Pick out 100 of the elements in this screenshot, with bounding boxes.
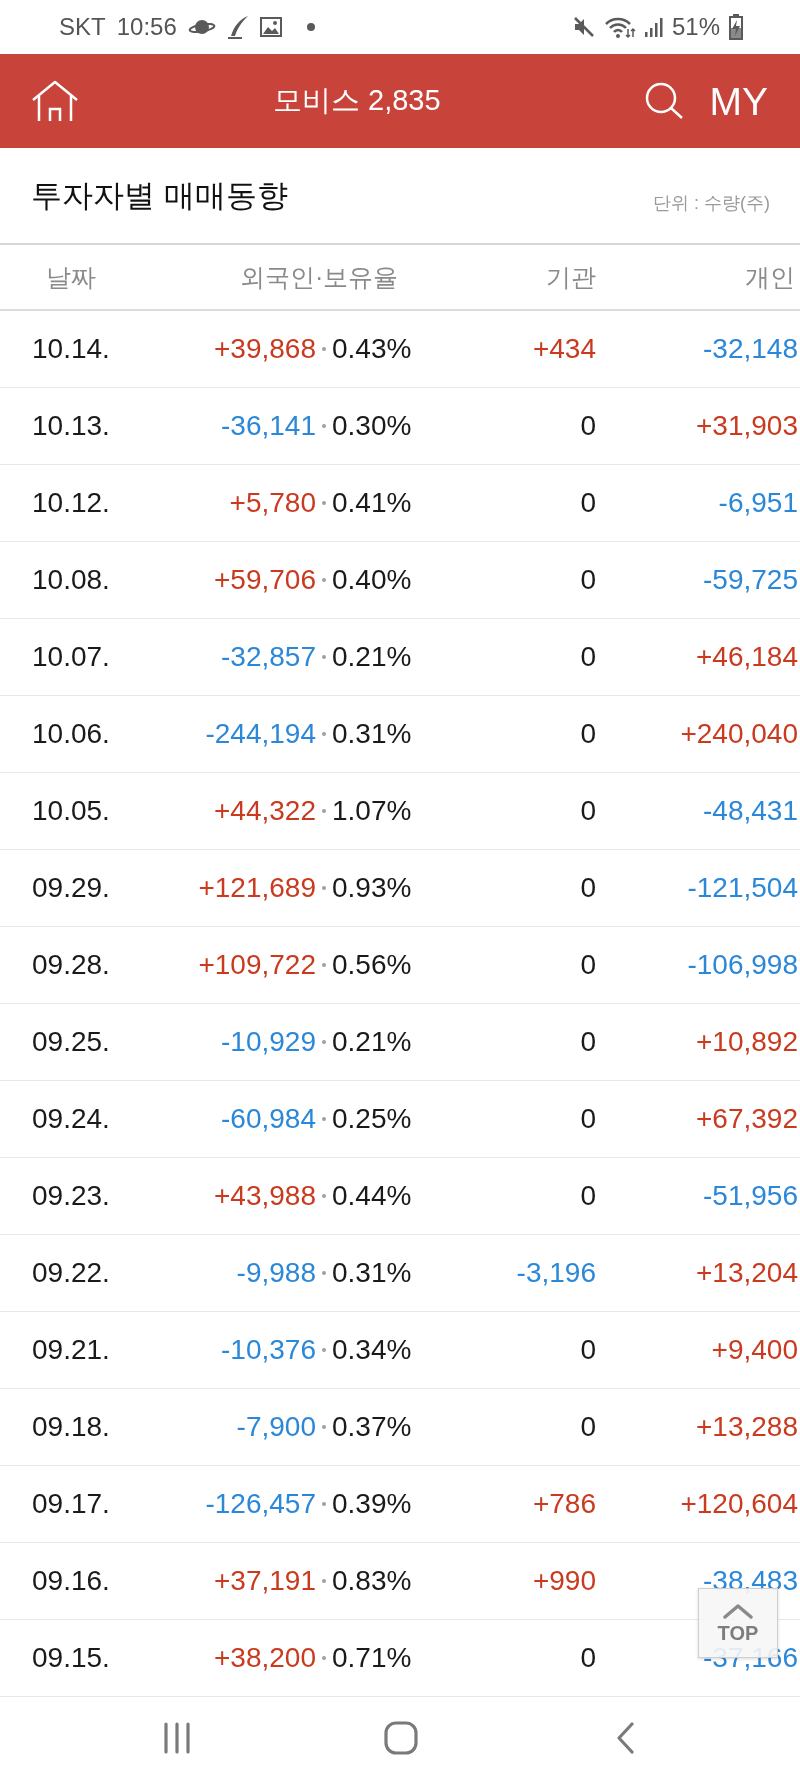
individual-net-cell: +13,288 xyxy=(696,1411,798,1443)
holding-rate-cell: 0.37% xyxy=(332,1411,412,1443)
date-cell: 10.13. xyxy=(32,410,110,442)
separator-dot-icon xyxy=(322,732,326,736)
institution-net-cell: 0 xyxy=(580,564,596,596)
holding-rate-cell: 0.56% xyxy=(332,949,412,981)
holding-rate-cell: 0.39% xyxy=(332,1488,412,1520)
foreign-net-cell: +37,191 xyxy=(214,1565,316,1597)
home-nav-icon[interactable] xyxy=(384,1720,418,1755)
scroll-top-button[interactable]: TOP xyxy=(698,1588,778,1658)
separator-dot-icon xyxy=(322,1579,326,1583)
individual-net-cell: +31,903 xyxy=(696,410,798,442)
individual-net-cell: +240,040 xyxy=(680,718,798,750)
carrier-label: SKT xyxy=(59,15,106,39)
separator-dot-icon xyxy=(322,1348,326,1352)
unit-label: 단위 : 수량(주) xyxy=(653,191,770,215)
separator-dot-icon xyxy=(322,578,326,582)
foreign-net-cell: +5,780 xyxy=(229,487,316,519)
foreign-net-cell: -126,457 xyxy=(205,1488,316,1520)
separator-dot-icon xyxy=(322,1040,326,1044)
section-title: 투자자별 매매동향 xyxy=(31,176,288,215)
header-title: 모비스 2,835 xyxy=(273,83,441,118)
individual-net-cell: -32,148 xyxy=(703,333,798,365)
individual-net-cell: +67,392 xyxy=(696,1103,798,1135)
column-header: 날짜 xyxy=(46,261,96,293)
holding-rate-cell: 0.21% xyxy=(332,641,412,673)
date-cell: 10.07. xyxy=(32,641,110,673)
date-cell: 09.21. xyxy=(32,1334,110,1366)
date-cell: 09.16. xyxy=(32,1565,110,1597)
institution-net-cell: 0 xyxy=(580,1026,596,1058)
separator-dot-icon xyxy=(322,1502,326,1506)
individual-net-cell: -48,431 xyxy=(703,795,798,827)
foreign-net-cell: -244,194 xyxy=(205,718,316,750)
feather-icon xyxy=(226,15,249,39)
separator-dot-icon xyxy=(322,347,326,351)
institution-net-cell: 0 xyxy=(580,410,596,442)
institution-net-cell: 0 xyxy=(580,1334,596,1366)
separator-dot-icon xyxy=(322,424,326,428)
column-header: 개인 xyxy=(745,261,795,293)
date-cell: 10.08. xyxy=(32,564,110,596)
foreign-net-cell: -10,929 xyxy=(221,1026,316,1058)
institution-net-cell: 0 xyxy=(580,487,596,519)
holding-rate-cell: 0.31% xyxy=(332,1257,412,1289)
date-cell: 10.14. xyxy=(32,333,110,365)
back-icon[interactable] xyxy=(615,1721,635,1754)
date-cell: 10.12. xyxy=(32,487,110,519)
wifi-icon xyxy=(603,15,636,39)
individual-net-cell: +13,204 xyxy=(696,1257,798,1289)
date-cell: 09.17. xyxy=(32,1488,110,1520)
my-button[interactable]: MY xyxy=(709,81,768,121)
foreign-net-cell: -10,376 xyxy=(221,1334,316,1366)
foreign-net-cell: -7,900 xyxy=(236,1411,316,1443)
institution-net-cell: -3,196 xyxy=(516,1257,596,1289)
institution-net-cell: +434 xyxy=(532,333,596,365)
holding-rate-cell: 0.34% xyxy=(332,1334,412,1366)
holding-rate-cell: 0.71% xyxy=(332,1642,412,1674)
search-icon[interactable] xyxy=(643,82,684,120)
foreign-net-cell: -36,141 xyxy=(221,410,316,442)
date-cell: 09.23. xyxy=(32,1180,110,1212)
separator-dot-icon xyxy=(322,1271,326,1275)
caret-up-icon xyxy=(723,1603,753,1619)
foreign-net-cell: -32,857 xyxy=(221,641,316,673)
holding-rate-cell: 0.93% xyxy=(332,872,412,904)
institution-net-cell: 0 xyxy=(580,1180,596,1212)
individual-net-cell: +9,400 xyxy=(711,1334,798,1366)
date-cell: 09.22. xyxy=(32,1257,110,1289)
institution-net-cell: 0 xyxy=(580,795,596,827)
holding-rate-cell: 0.21% xyxy=(332,1026,412,1058)
foreign-net-cell: +44,322 xyxy=(214,795,316,827)
column-header: 외국인·보유율 xyxy=(240,261,399,293)
institution-net-cell: 0 xyxy=(580,1411,596,1443)
institution-net-cell: 0 xyxy=(580,1103,596,1135)
institution-net-cell: 0 xyxy=(580,718,596,750)
foreign-net-cell: +43,988 xyxy=(214,1180,316,1212)
institution-net-cell: 0 xyxy=(580,641,596,673)
date-cell: 09.29. xyxy=(32,872,110,904)
separator-dot-icon xyxy=(322,963,326,967)
separator-dot-icon xyxy=(322,886,326,890)
holding-rate-cell: 0.83% xyxy=(332,1565,412,1597)
holding-rate-cell: 0.31% xyxy=(332,718,412,750)
individual-net-cell: -121,504 xyxy=(687,872,798,904)
separator-dot-icon xyxy=(322,1194,326,1198)
battery-percent: 51% xyxy=(671,15,720,39)
date-cell: 09.25. xyxy=(32,1026,110,1058)
date-cell: 09.15. xyxy=(32,1642,110,1674)
individual-net-cell: -51,956 xyxy=(703,1180,798,1212)
foreign-net-cell: +109,722 xyxy=(198,949,316,981)
institution-net-cell: 0 xyxy=(580,949,596,981)
individual-net-cell: -59,725 xyxy=(703,564,798,596)
separator-dot-icon xyxy=(322,809,326,813)
individual-net-cell: -106,998 xyxy=(687,949,798,981)
individual-net-cell: +46,184 xyxy=(696,641,798,673)
date-cell: 10.06. xyxy=(32,718,110,750)
individual-net-cell: +10,892 xyxy=(696,1026,798,1058)
signal-icon xyxy=(643,17,664,37)
foreign-net-cell: -60,984 xyxy=(221,1103,316,1135)
recent-apps-icon[interactable] xyxy=(161,1721,193,1754)
foreign-net-cell: +38,200 xyxy=(214,1642,316,1674)
home-icon[interactable] xyxy=(31,80,79,122)
holding-rate-cell: 0.43% xyxy=(332,333,412,365)
